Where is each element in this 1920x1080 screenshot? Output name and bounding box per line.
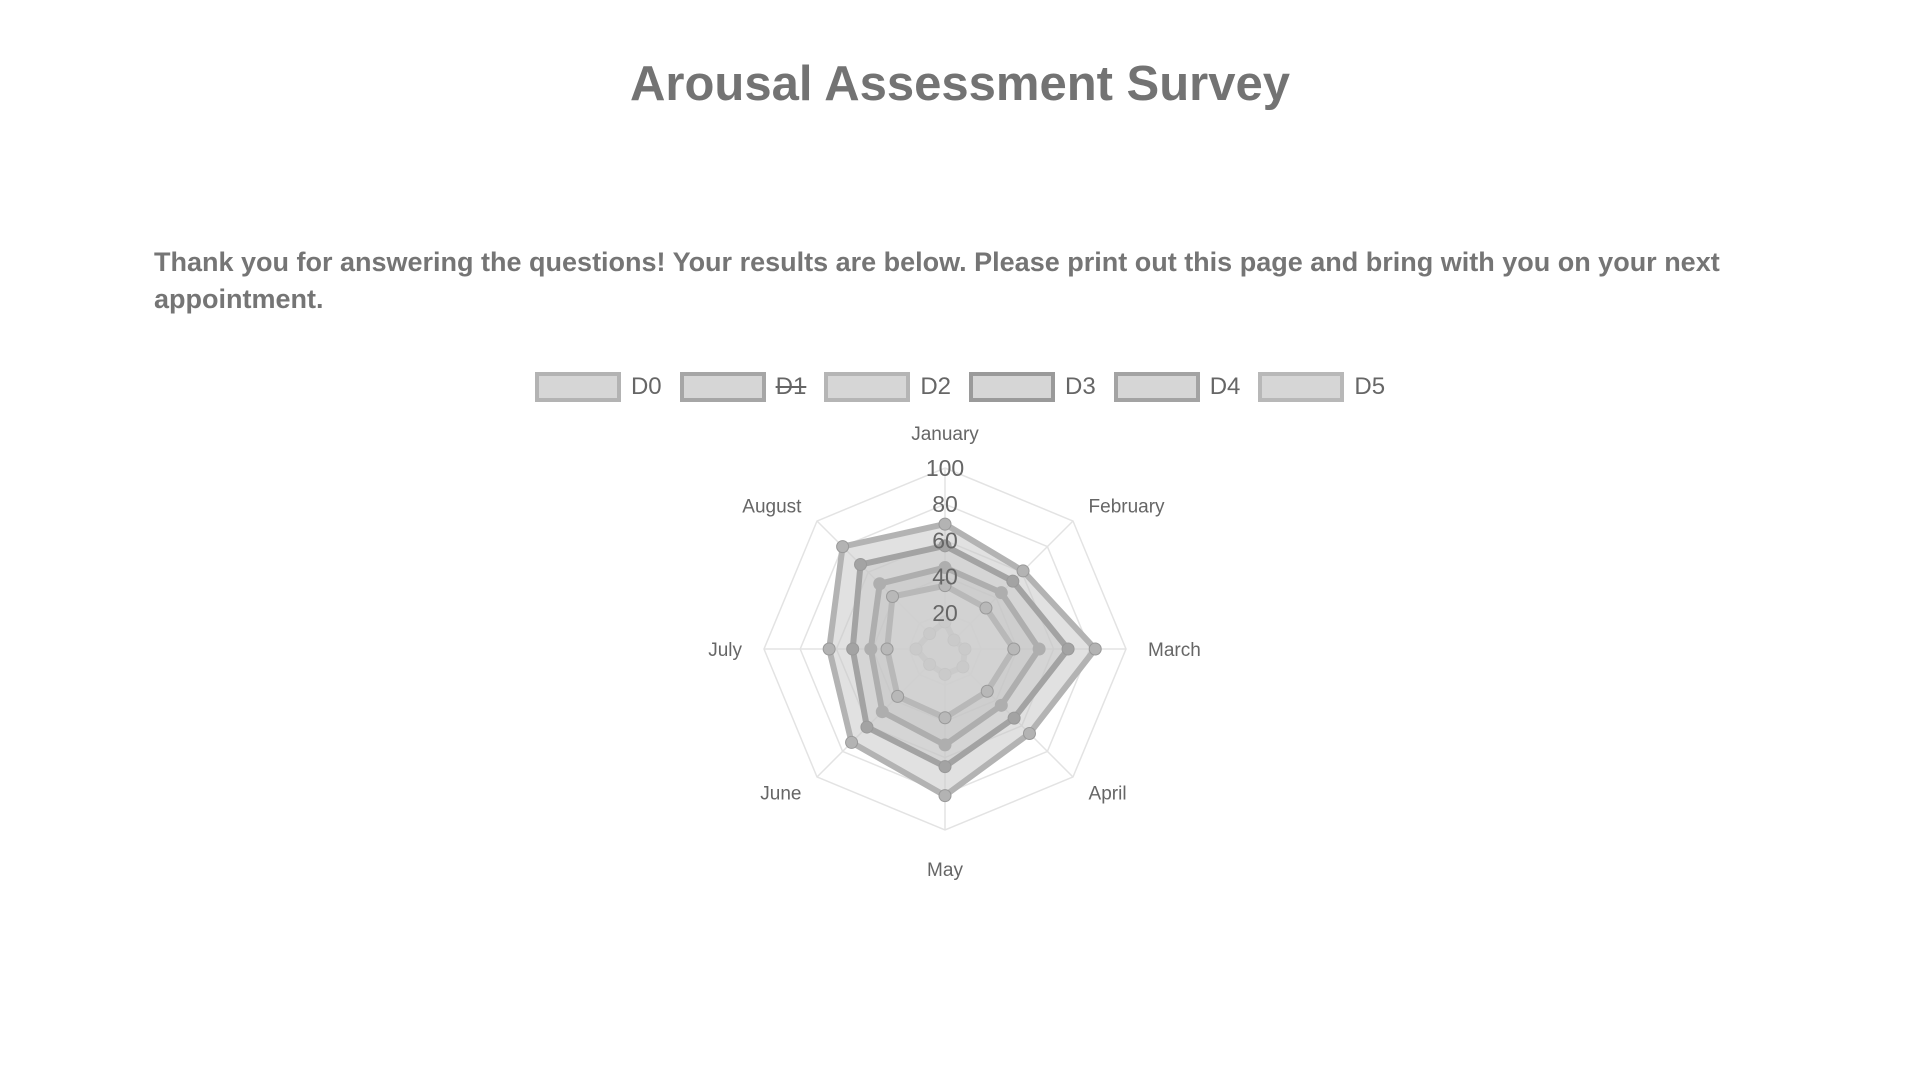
- tick-label: 20: [932, 600, 958, 626]
- data-point-d0: [845, 735, 859, 749]
- data-point-d5: [1007, 642, 1021, 656]
- data-point-d5: [980, 684, 994, 698]
- data-point-d4: [860, 720, 874, 734]
- data-point-d5: [938, 711, 952, 725]
- data-point-d0: [1022, 726, 1036, 740]
- category-label: January: [911, 424, 979, 445]
- data-point-d0: [1088, 642, 1102, 656]
- data-point-d5: [891, 689, 905, 703]
- data-point-d4: [846, 642, 860, 656]
- data-point-d0: [822, 642, 836, 656]
- category-label: July: [708, 640, 742, 661]
- data-point-d4: [1007, 711, 1021, 725]
- data-point-d5: [979, 601, 993, 615]
- data-point-d4: [1061, 642, 1075, 656]
- data-point-d0: [836, 540, 850, 554]
- data-point-d5: [880, 642, 894, 656]
- data-point-d4: [854, 558, 868, 572]
- tick-label: 40: [932, 564, 958, 590]
- data-point-d0: [1016, 564, 1030, 578]
- data-point-d4: [938, 760, 952, 774]
- tick-label: 60: [932, 527, 958, 553]
- tick-label: 100: [926, 455, 964, 481]
- category-label: April: [1089, 784, 1127, 805]
- category-label: August: [742, 496, 802, 517]
- category-label: May: [927, 860, 963, 881]
- category-label: March: [1148, 640, 1201, 661]
- data-point-d5: [886, 590, 900, 604]
- category-label: June: [760, 784, 801, 805]
- category-label: February: [1089, 496, 1166, 517]
- data-point-d0: [938, 789, 952, 803]
- data-point-d4: [1006, 574, 1020, 588]
- radar-chart: 20 40 60 80 100 January February March April May J…: [708, 424, 1201, 881]
- tick-label: 80: [932, 491, 958, 517]
